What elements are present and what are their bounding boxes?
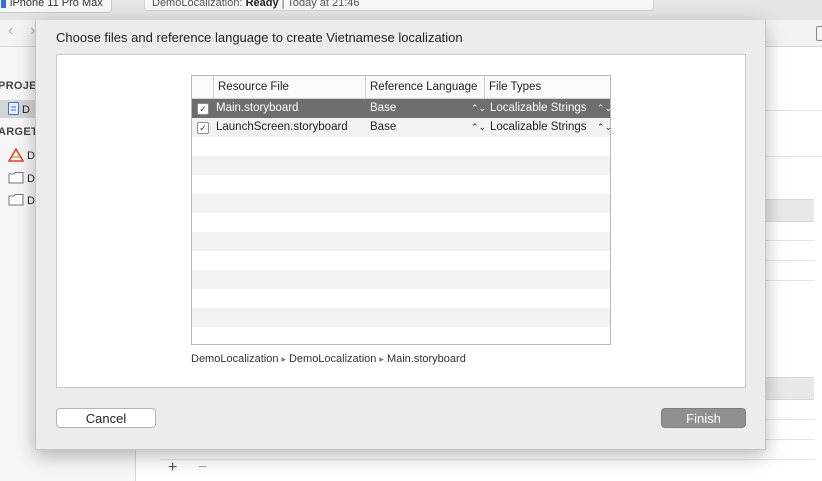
xcode-toolbar: iPhone 11 Pro Max DemoLocalization: Read… — [0, 0, 822, 21]
editor-divider — [764, 110, 822, 111]
path-control[interactable]: DemoLocalization ▸ DemoLocalization ▸ Main.s… — [191, 353, 466, 365]
sidebar-item-label: D — [27, 173, 35, 185]
reference-language-value: Base — [370, 121, 397, 133]
path-component[interactable]: DemoLocalization — [289, 353, 376, 365]
editor-table-header — [764, 377, 814, 400]
editor-divider — [764, 439, 814, 440]
folder-icon — [8, 171, 24, 187]
empty-row — [192, 137, 610, 156]
checkbox-column-header[interactable] — [192, 76, 213, 98]
table-header: Resource File Reference Language File Ty… — [192, 76, 610, 99]
project-file-icon — [8, 102, 19, 118]
file-type-popup[interactable]: Localizable Strings ⌃⌄ — [490, 99, 611, 118]
app-target-icon — [7, 146, 25, 165]
empty-row — [192, 232, 610, 251]
chevron-up-down-icon: ⌃⌄ — [597, 103, 611, 113]
empty-row — [192, 213, 610, 232]
editor-table-header — [764, 199, 814, 222]
resource-file-name: LaunchScreen.storyboard — [216, 121, 348, 133]
folder-icon — [8, 193, 24, 209]
back-arrow-icon[interactable]: ‹ — [8, 22, 13, 40]
empty-row — [192, 175, 610, 194]
editor-divider — [160, 459, 814, 460]
status-project: DemoLocalization: — [152, 0, 243, 9]
editor-divider — [764, 280, 814, 281]
file-type-value: Localizable Strings — [490, 121, 587, 133]
sheet-title: Choose files and reference language to c… — [56, 30, 463, 45]
path-separator-icon: ▸ — [379, 354, 384, 364]
column-header-file-types[interactable]: File Types — [484, 76, 610, 98]
path-component[interactable]: Main.storyboard — [387, 353, 466, 365]
targets-section-header: ARGET — [0, 126, 38, 138]
reference-language-value: Base — [370, 102, 397, 114]
sidebar-item-label: D — [27, 195, 35, 207]
status-timestamp: | Today at 21:46 — [281, 0, 360, 9]
reference-language-popup[interactable]: Base ⌃⌄ — [370, 99, 486, 118]
cancel-button[interactable]: Cancel — [56, 408, 156, 428]
path-component[interactable]: DemoLocalization — [191, 353, 278, 365]
add-button[interactable]: + — [168, 459, 177, 477]
file-type-value: Localizable Strings — [490, 102, 587, 114]
sheet-content-box: Resource File Reference Language File Ty… — [56, 54, 746, 388]
sidebar-item-label: D — [22, 104, 30, 116]
editor-divider — [764, 240, 814, 241]
include-checkbox[interactable]: ✓ — [197, 103, 209, 115]
scheme-device-selector[interactable]: iPhone 11 Pro Max — [0, 0, 112, 13]
iphone-icon — [1, 0, 6, 8]
empty-row — [192, 156, 610, 175]
device-label: iPhone 11 Pro Max — [10, 0, 103, 9]
sidebar-item-folder[interactable]: D — [8, 193, 35, 209]
sidebar-item-folder[interactable]: D — [8, 171, 35, 187]
editor-divider — [764, 419, 814, 420]
sidebar-item-target[interactable]: D — [7, 146, 35, 165]
inspector-toggle-icon[interactable] — [816, 26, 822, 41]
chevron-up-down-icon: ⌃⌄ — [471, 122, 487, 132]
resource-file-name: Main.storyboard — [216, 102, 299, 114]
table-row[interactable]: ✓ Main.storyboard Base ⌃⌄ Localizable St… — [192, 99, 610, 118]
column-header-reference-language[interactable]: Reference Language — [365, 76, 484, 98]
empty-row — [192, 194, 610, 213]
file-type-popup[interactable]: Localizable Strings ⌃⌄ — [490, 118, 611, 137]
path-separator-icon: ▸ — [281, 354, 286, 364]
sidebar-item-label: D — [27, 150, 35, 162]
status-state: Ready — [245, 0, 279, 9]
column-header-resource-file[interactable]: Resource File — [213, 76, 365, 98]
reference-language-popup[interactable]: Base ⌃⌄ — [370, 118, 486, 137]
editor-divider — [764, 260, 814, 261]
localization-sheet: Choose files and reference language to c… — [35, 20, 766, 450]
empty-row — [192, 270, 610, 289]
include-checkbox[interactable]: ✓ — [197, 122, 209, 134]
empty-row — [192, 289, 610, 308]
resource-files-table: Resource File Reference Language File Ty… — [191, 75, 611, 345]
empty-row — [192, 327, 610, 344]
finish-button[interactable]: Finish — [661, 408, 746, 428]
editor-divider — [764, 156, 822, 157]
sidebar-item-project[interactable]: D — [8, 102, 30, 118]
empty-row — [192, 251, 610, 270]
activity-status-bar: DemoLocalization: Ready | Today at 21:46 — [144, 0, 654, 11]
chevron-up-down-icon: ⌃⌄ — [471, 103, 487, 113]
remove-button[interactable]: − — [198, 459, 207, 477]
chevron-up-down-icon: ⌃⌄ — [597, 122, 611, 132]
table-row[interactable]: ✓ LaunchScreen.storyboard Base ⌃⌄ Locali… — [192, 118, 610, 137]
empty-row — [192, 308, 610, 327]
